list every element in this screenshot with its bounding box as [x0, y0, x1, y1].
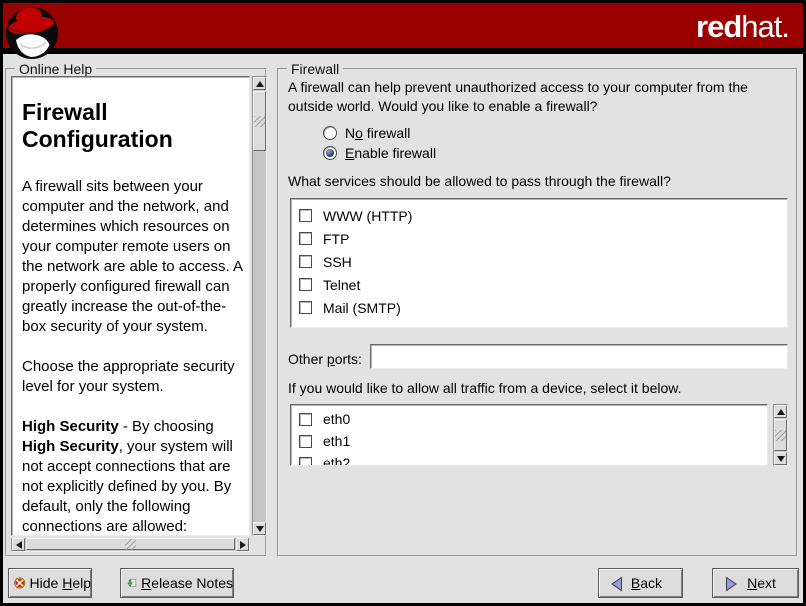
- help-title: Firewall Configuration: [22, 99, 243, 153]
- device-label: eth2: [323, 455, 350, 466]
- radio-no-firewall[interactable]: No firewall: [323, 124, 410, 141]
- help-bold-high-security-1: High Security: [22, 418, 119, 435]
- other-ports-label: Other ports:: [288, 351, 362, 367]
- release-notes-button[interactable]: Release Notes: [120, 568, 234, 598]
- header-banner: [3, 3, 803, 48]
- release-notes-label: Release Notes: [141, 575, 233, 591]
- help-paragraph-1: A firewall sits between your computer an…: [22, 177, 243, 337]
- other-ports-input[interactable]: [370, 344, 788, 369]
- online-help-panel: Online Help Firewall Configuration A fir…: [5, 68, 267, 557]
- device-row-eth1[interactable]: eth1: [291, 430, 767, 452]
- help-horizontal-scrollbar[interactable]: [11, 538, 250, 552]
- radio-no-firewall-label: No firewall: [345, 125, 410, 141]
- online-help-frame-label: Online Help: [15, 61, 96, 77]
- service-row-telnet[interactable]: Telnet: [291, 273, 787, 296]
- arrow-right-icon: [240, 541, 246, 549]
- checkbox-icon[interactable]: [299, 435, 312, 448]
- service-label: SSH: [323, 254, 352, 270]
- service-row-ftp[interactable]: FTP: [291, 227, 787, 250]
- checkbox-icon[interactable]: [299, 209, 312, 222]
- arrow-up-icon: [777, 409, 785, 415]
- next-arrow-icon: [723, 576, 739, 592]
- redhat-wordmark: redhat.: [696, 9, 789, 45]
- help-text-area: Firewall Configuration A firewall sits b…: [11, 76, 250, 536]
- wordmark-red: red: [696, 9, 741, 44]
- devices-scroll-down-button[interactable]: [774, 452, 787, 465]
- services-question: What services should be allowed to pass …: [288, 172, 671, 191]
- help-bold-high-security-2: High Security: [22, 438, 119, 455]
- scroll-grip-icon: [775, 430, 786, 441]
- service-row-ssh[interactable]: SSH: [291, 250, 787, 273]
- device-label: eth0: [323, 411, 350, 427]
- installer-window: redhat. Online Help Firewall Configurati…: [0, 0, 806, 606]
- devices-list: eth0 eth1 eth2: [290, 404, 768, 466]
- service-row-mail-smtp[interactable]: Mail (SMTP): [291, 296, 787, 319]
- next-button[interactable]: Next: [712, 568, 799, 598]
- checkbox-icon[interactable]: [299, 232, 312, 245]
- service-label: Telnet: [323, 277, 360, 293]
- redhat-shadowman-logo-icon: [4, 4, 60, 60]
- arrow-left-icon: [16, 541, 22, 549]
- help-scroll-right-button[interactable]: [236, 538, 249, 551]
- help-vscroll-thumb[interactable]: [253, 91, 266, 151]
- scroll-grip-icon: [125, 539, 136, 550]
- checkbox-icon[interactable]: [299, 301, 312, 314]
- scroll-grip-icon: [254, 116, 265, 127]
- back-button[interactable]: Back: [598, 568, 683, 598]
- firewall-intro-text: A firewall can help prevent unauthorized…: [288, 78, 794, 116]
- life-preserver-icon: [14, 572, 26, 594]
- help-hscroll-thumb[interactable]: [26, 538, 235, 550]
- help-paragraph-2: Choose the appropriate security level fo…: [22, 357, 243, 397]
- help-scroll-up-button[interactable]: [253, 77, 266, 90]
- device-row-eth2[interactable]: eth2: [291, 452, 767, 466]
- release-notes-icon: [127, 573, 137, 593]
- devices-hint: If you would like to allow all traffic f…: [288, 379, 681, 398]
- checkbox-icon[interactable]: [299, 278, 312, 291]
- back-arrow-icon: [609, 576, 625, 592]
- devices-vertical-scrollbar[interactable]: [773, 404, 788, 466]
- hide-help-button[interactable]: Hide Help: [8, 568, 92, 598]
- radio-button-selected-icon[interactable]: [323, 146, 337, 160]
- wordmark-hat: hat: [741, 9, 781, 44]
- device-label: eth1: [323, 433, 350, 449]
- arrow-up-icon: [256, 81, 264, 87]
- radio-enable-firewall-label: Enable firewall: [345, 145, 436, 161]
- help-paragraph-3: High Security - By choosing High Securit…: [22, 417, 243, 536]
- service-label: Mail (SMTP): [323, 300, 401, 316]
- radio-button-icon[interactable]: [323, 126, 337, 140]
- arrow-down-icon: [777, 456, 785, 462]
- checkbox-icon[interactable]: [299, 457, 312, 467]
- checkbox-icon[interactable]: [299, 413, 312, 426]
- banner-separator: [3, 48, 803, 54]
- wordmark-period: .: [781, 9, 789, 44]
- device-row-eth0[interactable]: eth0: [291, 408, 767, 430]
- firewall-panel: Firewall A firewall can help prevent una…: [277, 68, 798, 557]
- checkbox-icon[interactable]: [299, 255, 312, 268]
- service-row-www-http[interactable]: WWW (HTTP): [291, 204, 787, 227]
- hide-help-label: Hide Help: [30, 575, 92, 591]
- devices-vscroll-thumb[interactable]: [774, 419, 787, 451]
- firewall-frame-label: Firewall: [287, 61, 343, 77]
- radio-enable-firewall[interactable]: Enable firewall: [323, 144, 436, 161]
- help-scroll-down-button[interactable]: [253, 522, 266, 535]
- services-list: WWW (HTTP) FTP SSH Telnet Mail (SMTP): [290, 198, 788, 328]
- service-label: WWW (HTTP): [323, 208, 412, 224]
- devices-scroll-up-button[interactable]: [774, 405, 787, 418]
- arrow-down-icon: [256, 526, 264, 532]
- help-vertical-scrollbar[interactable]: [252, 76, 267, 536]
- help-scroll-left-button[interactable]: [12, 538, 25, 551]
- service-label: FTP: [323, 231, 349, 247]
